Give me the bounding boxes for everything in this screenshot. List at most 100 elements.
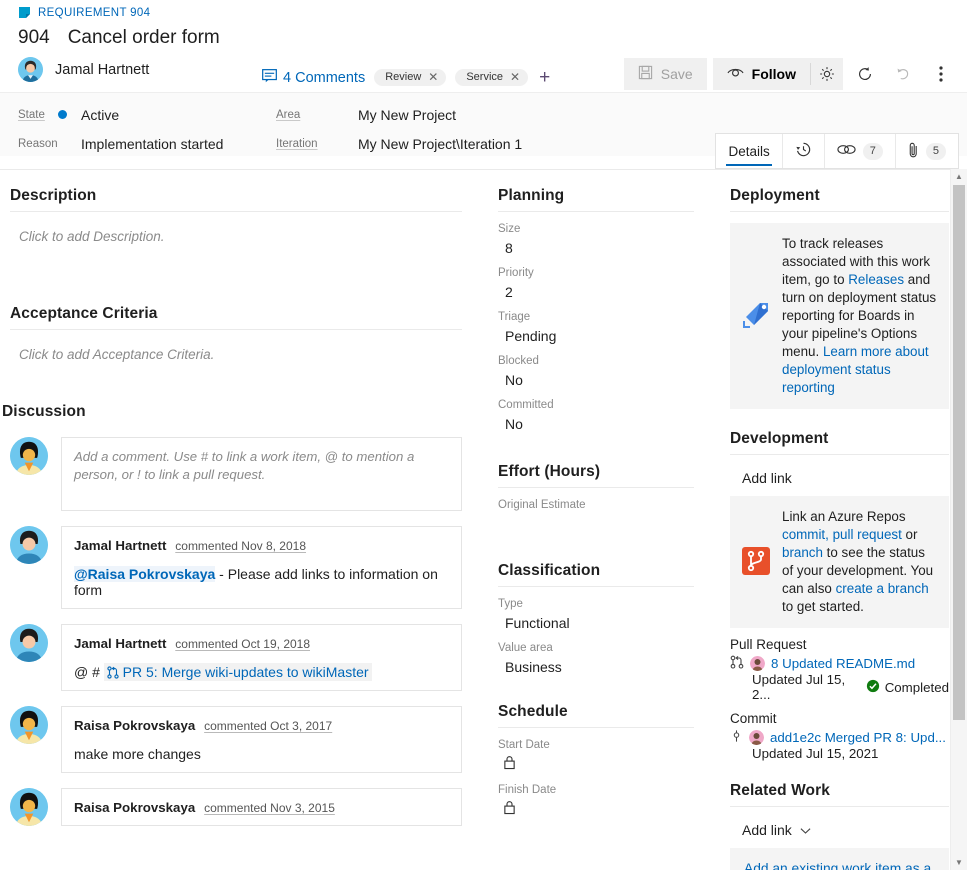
area-iteration-group: Area My New Project Iteration My New Pro… (276, 100, 522, 158)
tab-attachments[interactable]: 5 (896, 134, 958, 168)
value-area-value[interactable]: Business (498, 659, 694, 675)
create-branch-link[interactable]: create a branch (836, 581, 929, 596)
comment-header: Raisa Pokrovskaya commented Nov 3, 2015 (74, 799, 449, 815)
comment-bubble-icon (262, 69, 277, 87)
classification-title: Classification (498, 562, 694, 580)
commit-row[interactable]: add1e2c Merged PR 8: Upd... (730, 729, 949, 746)
acceptance-criteria-placeholder[interactable]: Click to add Acceptance Criteria. (10, 341, 462, 362)
type-value[interactable]: Functional (498, 615, 694, 631)
avatar (10, 526, 48, 564)
start-date-label: Start Date (498, 739, 694, 751)
divider (498, 727, 694, 728)
pull-request-chip[interactable]: PR 5: Merge wiki-updates to wikiMaster (104, 663, 372, 681)
comment-input[interactable]: Add a comment. Use # to link a work item… (61, 437, 462, 511)
breadcrumb-link[interactable]: REQUIREMENT 904 (38, 7, 150, 19)
tag-service[interactable]: Service ✕ (455, 69, 528, 86)
follow-button[interactable]: Follow (713, 58, 810, 90)
development-text-4: to get started. (782, 599, 864, 614)
avatar (10, 706, 48, 744)
scroll-up-arrow[interactable]: ▲ (951, 169, 967, 184)
schedule-title: Schedule (498, 703, 694, 721)
comment-body[interactable]: Raisa Pokrovskaya commented Nov 3, 2015 (61, 788, 462, 826)
related-add-link-button[interactable]: Add link (730, 818, 949, 848)
undo-icon[interactable] (887, 58, 919, 90)
finish-date-label: Finish Date (498, 784, 694, 796)
comment-header: Jamal Hartnett commented Oct 19, 2018 (74, 635, 449, 651)
title-row: 904 Cancel order form (0, 23, 967, 51)
comment-text: @ # PR 5: Merge wiki-updates to wikiMast… (74, 664, 449, 680)
commit-link[interactable]: add1e2c Merged PR 8: Upd... (770, 730, 946, 745)
development-info-card: Link an Azure Repos commit, pull request… (730, 496, 949, 628)
scroll-down-arrow[interactable]: ▼ (951, 855, 967, 870)
save-button[interactable]: Save (624, 58, 707, 90)
scrollbar-thumb[interactable] (953, 185, 965, 720)
development-info-text: Link an Azure Repos commit, pull request… (782, 508, 937, 616)
comment-timestamp[interactable]: commented Nov 8, 2018 (175, 539, 306, 553)
iteration-value[interactable]: My New Project\Iteration 1 (358, 136, 522, 152)
close-icon[interactable]: ✕ (510, 71, 520, 83)
blocked-value[interactable]: No (498, 372, 694, 388)
comment-timestamp[interactable]: commented Oct 3, 2017 (204, 719, 332, 733)
priority-value[interactable]: 2 (498, 284, 694, 300)
tab-details-label: Details (728, 144, 769, 159)
releases-link[interactable]: Releases (848, 272, 904, 287)
committed-label: Committed (498, 399, 694, 411)
tab-history[interactable] (783, 134, 825, 168)
attachment-icon (908, 141, 919, 162)
gear-icon[interactable] (811, 58, 843, 90)
comment-body[interactable]: Raisa Pokrovskaya commented Oct 3, 2017 … (61, 706, 462, 773)
size-value[interactable]: 8 (498, 240, 694, 256)
release-pipeline-icon (740, 299, 772, 334)
development-title: Development (730, 430, 949, 448)
pull-request-row[interactable]: 8 Updated README.md (730, 655, 949, 672)
tab-details[interactable]: Details (716, 134, 782, 168)
development-add-link-button[interactable]: Add link (730, 466, 949, 496)
chevron-down-icon (800, 822, 811, 838)
tab-bar: Details 7 5 (715, 133, 959, 169)
add-tag-button[interactable]: + (537, 68, 552, 87)
close-icon[interactable]: ✕ (428, 71, 438, 83)
reason-value[interactable]: Implementation started (81, 136, 223, 152)
commit-pull-request-link[interactable]: commit, pull request (782, 527, 902, 542)
comment-author: Raisa Pokrovskaya (74, 718, 195, 733)
size-label: Size (498, 223, 694, 235)
deployment-info-card: To track releases associated with this w… (730, 223, 949, 409)
related-add-link-label: Add link (742, 822, 792, 838)
tab-links[interactable]: 7 (825, 134, 896, 168)
comment-timestamp[interactable]: commented Nov 3, 2015 (204, 801, 335, 815)
refresh-icon[interactable] (849, 58, 881, 90)
comment-item: Jamal Hartnett commented Oct 19, 2018 @ … (10, 624, 462, 691)
comment-timestamp[interactable]: commented Oct 19, 2018 (175, 637, 310, 651)
area-value[interactable]: My New Project (358, 107, 456, 123)
state-label: State (0, 109, 58, 121)
header-actions: Save Follow (624, 58, 957, 90)
area-row: Area My New Project (276, 100, 522, 129)
deployment-info-text: To track releases associated with this w… (782, 235, 937, 397)
more-options-icon[interactable] (925, 58, 957, 90)
work-item-title[interactable]: Cancel order form (68, 27, 220, 49)
tag-label: Review (385, 71, 421, 83)
description-placeholder[interactable]: Click to add Description. (10, 223, 462, 244)
original-estimate-value[interactable] (498, 516, 694, 533)
comment-body[interactable]: Jamal Hartnett commented Nov 8, 2018 @Ra… (61, 526, 462, 609)
comments-link[interactable]: 4 Comments (262, 69, 365, 87)
triage-value[interactable]: Pending (498, 328, 694, 344)
pull-request-updated: Updated Jul 15, 2... (752, 672, 859, 702)
effort-title: Effort (Hours) (498, 463, 694, 481)
state-value[interactable]: Active (81, 107, 119, 123)
comment-author: Raisa Pokrovskaya (74, 800, 195, 815)
committed-value[interactable]: No (498, 416, 694, 432)
links-icon (837, 143, 856, 159)
pull-request-link[interactable]: 8 Updated README.md (771, 656, 915, 671)
assigned-to-name: Jamal Hartnett (55, 62, 149, 78)
divider (730, 211, 949, 212)
avatar (10, 437, 48, 475)
add-parent-card[interactable]: Add an existing work item as a parent (730, 848, 949, 870)
branch-link[interactable]: branch (782, 545, 823, 560)
links-count: 7 (863, 143, 883, 160)
vertical-scrollbar[interactable]: ▲ ▼ (950, 169, 967, 870)
mention-link[interactable]: @Raisa Pokrovskaya (74, 566, 215, 582)
tag-review[interactable]: Review ✕ (374, 69, 446, 86)
add-parent-link[interactable]: Add an existing work item as a parent (744, 861, 931, 870)
comment-body[interactable]: Jamal Hartnett commented Oct 19, 2018 @ … (61, 624, 462, 691)
